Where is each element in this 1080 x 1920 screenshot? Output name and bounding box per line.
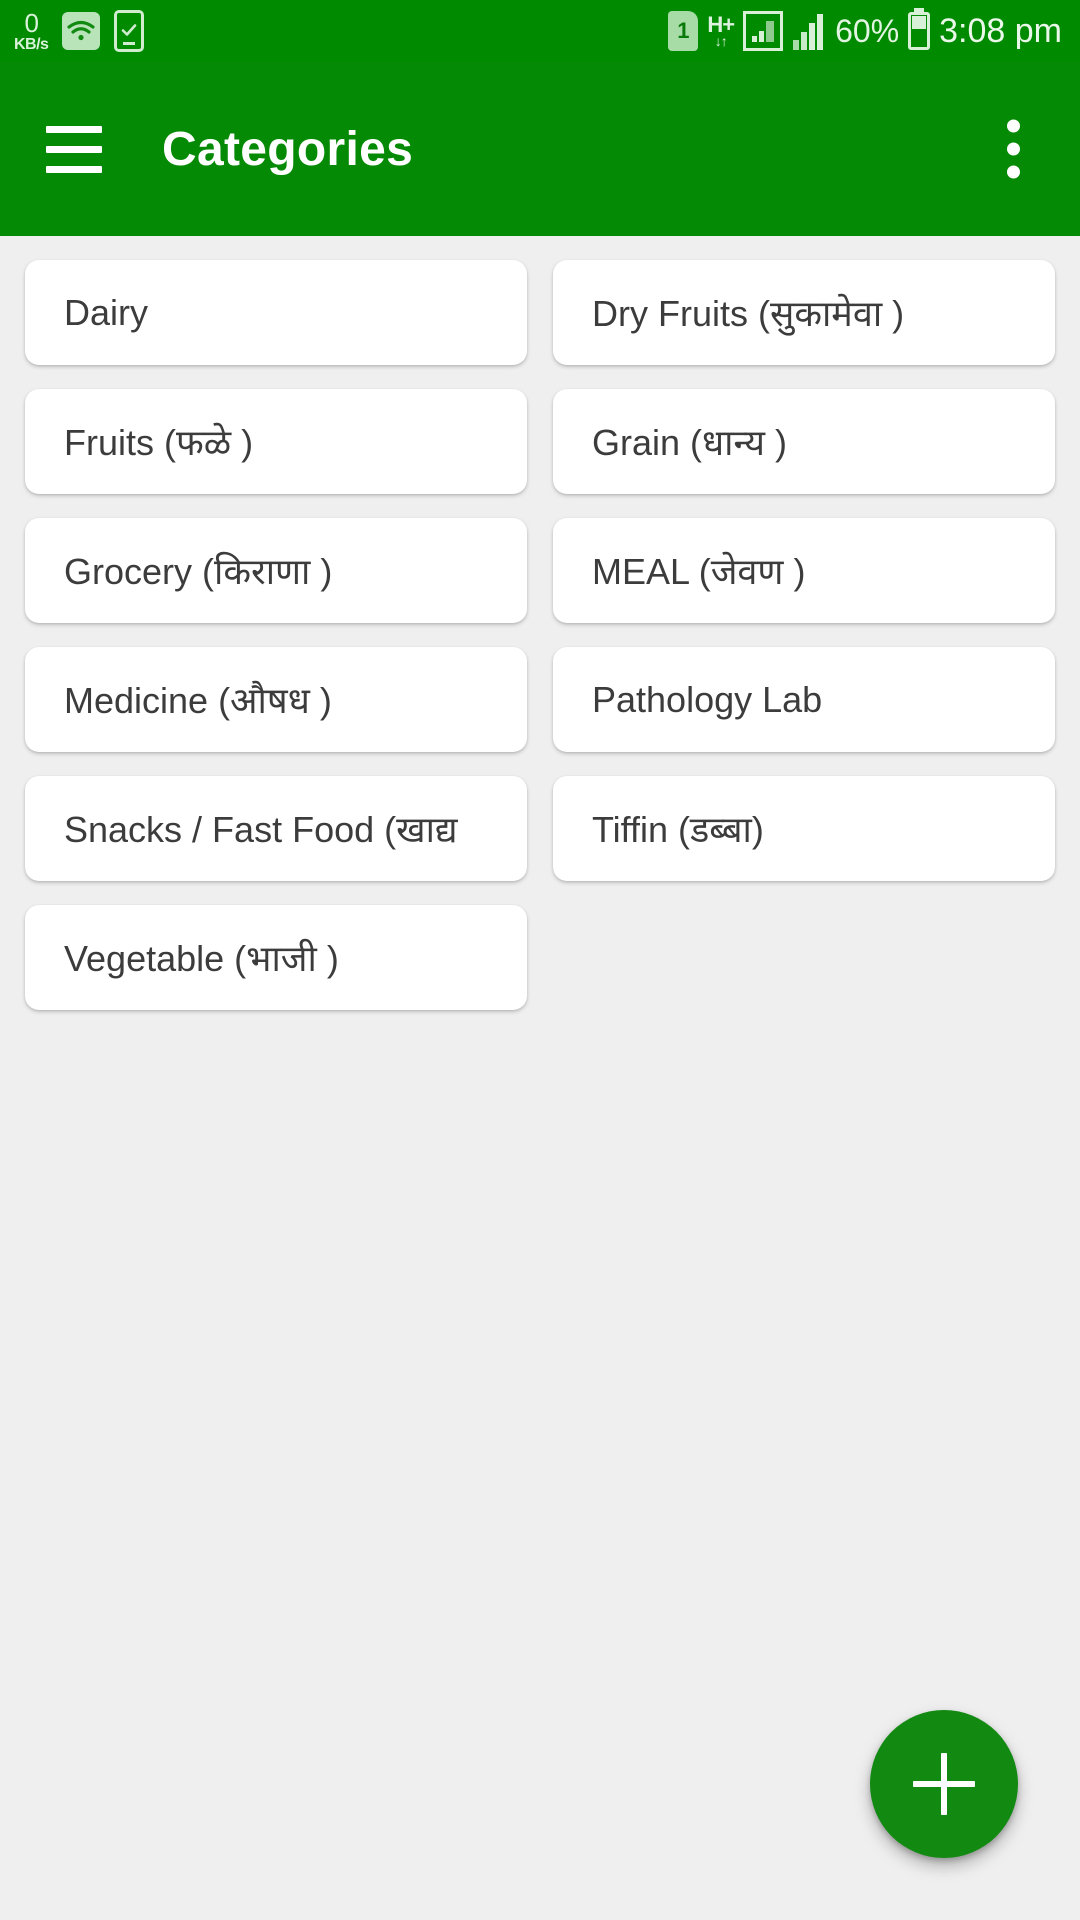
status-bar: 0 KB/s 1 H+ ↓↑ 60% 3:08 pm [0,0,1080,62]
category-cell: Dairy [12,248,540,377]
category-card[interactable]: Medicine (औषध ) [25,647,527,752]
category-cell: Fruits (फळे ) [12,377,540,506]
network-speed-value: 0 [24,7,39,38]
hamburger-line [46,125,102,133]
overflow-menu-icon[interactable] [989,106,1038,193]
category-cell: Medicine (औषध ) [12,635,540,764]
category-card[interactable]: MEAL (जेवण ) [553,518,1055,623]
page-title: Categories [162,122,414,176]
category-card[interactable]: Dairy [25,260,527,365]
category-cell: Grain (धान्य ) [540,377,1068,506]
category-label: Dairy [64,291,149,333]
status-bar-left: 0 KB/s [14,7,145,53]
sim-card-icon: 1 [668,11,699,51]
overflow-dot [1007,142,1020,156]
category-card[interactable]: Pathology Lab [553,647,1055,752]
category-card[interactable]: Vegetable (भाजी ) [25,905,527,1010]
network-speed-indicator: 0 KB/s [14,7,49,53]
phone-check-icon [114,10,145,52]
status-bar-right: 1 H+ ↓↑ 60% 3:08 pm [668,11,1062,51]
wifi-icon [62,12,101,50]
category-card[interactable]: Tiffin (डब्बा) [553,776,1055,881]
category-cell: Grocery (किराणा ) [12,506,540,635]
category-label: Tiffin (डब्बा) [592,809,764,850]
category-card[interactable]: Grocery (किराणा ) [25,518,527,623]
category-label: Grocery (किराणा ) [64,551,333,592]
category-cell: Snacks / Fast Food (खाद्य [12,764,540,893]
category-label: Fruits (फळे ) [64,422,254,463]
category-card[interactable]: Dry Fruits (सुकामेवा ) [553,260,1055,365]
category-cell: MEAL (जेवण ) [540,506,1068,635]
signal-bars-boxed-icon [743,11,784,51]
category-label: MEAL (जेवण ) [592,551,806,592]
category-cell: Vegetable (भाजी ) [12,893,540,1022]
category-label: Pathology Lab [592,678,823,720]
category-label: Dry Fruits (सुकामेवा ) [592,293,905,334]
overflow-dot [1007,119,1020,133]
clock-label: 3:08 pm [939,11,1062,50]
battery-icon [908,12,931,50]
network-speed-unit: KB/s [14,35,49,53]
category-card[interactable]: Snacks / Fast Food (खाद्य [25,776,527,881]
category-label: Medicine (औषध ) [64,680,332,721]
battery-percent-label: 60% [835,12,900,49]
data-transfer-arrows: ↓↑ [714,33,728,49]
hamburger-line [46,165,102,173]
app-screen: 0 KB/s 1 H+ ↓↑ 60% 3:08 pm Categories Da… [0,0,1080,1920]
overflow-dot [1007,165,1020,179]
category-cell: Dry Fruits (सुकामेवा ) [540,248,1068,377]
signal-bars-icon [792,11,826,51]
app-bar: Categories [0,62,1080,236]
category-grid: Dairy Dry Fruits (सुकामेवा ) Fruits (फळे )… [0,236,1080,1022]
hamburger-line [46,145,102,153]
hamburger-menu-icon[interactable] [46,125,102,173]
category-cell: Tiffin (डब्बा) [540,764,1068,893]
category-cell: Pathology Lab [540,635,1068,764]
category-label: Grain (धान्य ) [592,422,787,463]
add-category-fab[interactable] [870,1710,1018,1858]
category-card[interactable]: Fruits (फळे ) [25,389,527,494]
category-card[interactable]: Grain (धान्य ) [553,389,1055,494]
category-label: Snacks / Fast Food (खाद्य [64,809,458,850]
plus-icon [941,1753,947,1815]
category-label: Vegetable (भाजी ) [64,938,339,979]
network-type-icon: H+ ↓↑ [707,14,735,49]
